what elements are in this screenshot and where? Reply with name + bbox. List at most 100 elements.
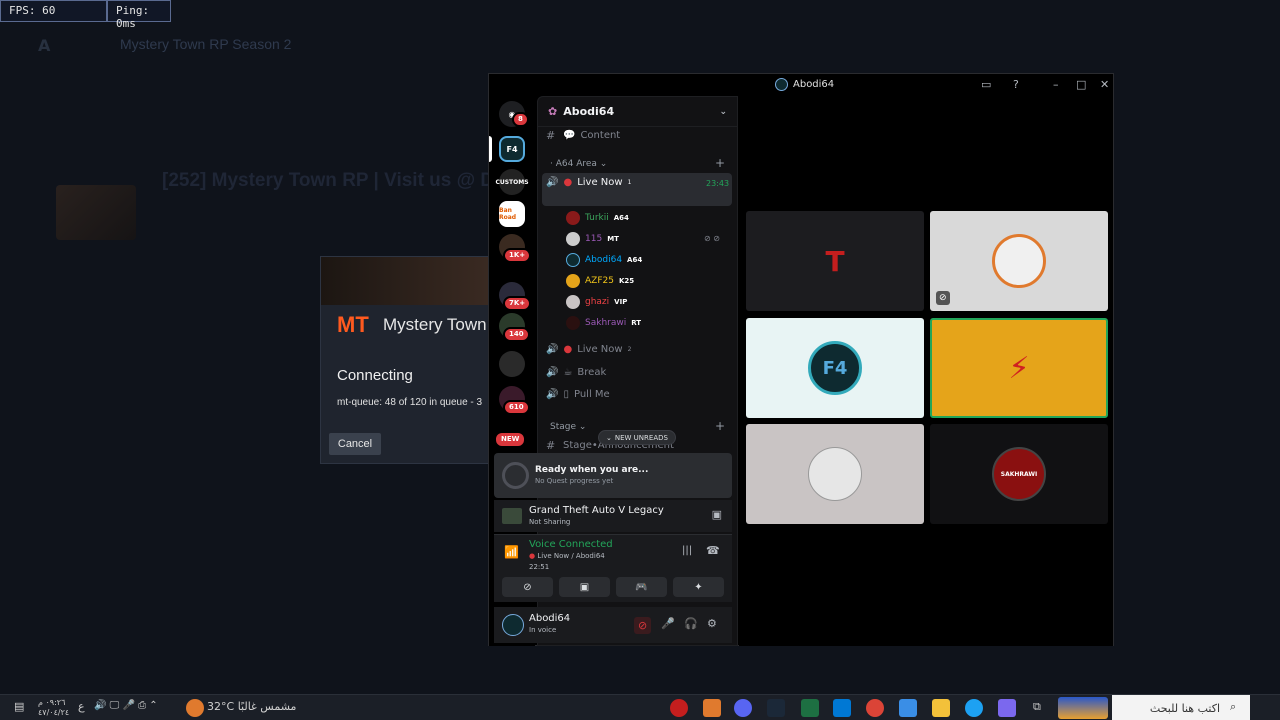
window-title-text: Abodi64 [793, 79, 835, 90]
add-channel-icon[interactable]: + [715, 419, 725, 433]
user-name: Sakhrawi [585, 318, 627, 328]
taskbar: ▤ ٠٩:٢٦ م ٤٧/٠٤/٢٤ ع 🔊 🖵 🎤 ⎙ ⌃ 32°C مشمس … [0, 694, 1280, 720]
copilot-icon[interactable] [998, 699, 1016, 717]
camera-off-button[interactable]: ⊘ [502, 577, 553, 597]
app-icon-launcher[interactable] [703, 699, 721, 717]
voice-user-azf25[interactable]: AZF25 K25 [566, 274, 634, 288]
voice-user-115[interactable]: 115 MT [566, 232, 619, 246]
discord-home-icon[interactable]: ◉ 8 [499, 101, 529, 127]
channel-live-now-1[interactable]: 🔊 ● Live Now 1 [546, 177, 631, 188]
voice-time: 22:51 [529, 563, 550, 571]
disconnect-icon[interactable]: ☎ [706, 544, 720, 557]
weather-icon[interactable] [186, 699, 204, 717]
channel-content[interactable]: # 💬 Content [546, 129, 620, 142]
server-folder-2-icon[interactable]: 7K+ [499, 282, 532, 311]
avatar [566, 232, 580, 246]
close-icon[interactable]: ✕ [1100, 78, 1109, 91]
channel-break[interactable]: 🔊 ☕ Break [546, 367, 606, 378]
server-folder-1-icon[interactable]: 1K+ [499, 234, 532, 263]
badge-140: 140 [503, 327, 530, 342]
inbox-icon[interactable]: ▭ [981, 78, 991, 91]
settings-gear-icon[interactable]: ⚙ [707, 617, 717, 630]
task-view-icon[interactable]: ⧉ [1033, 700, 1041, 714]
participant-tile-ghazi[interactable] [746, 424, 924, 524]
headphones-icon[interactable]: 🎧 [684, 617, 698, 630]
activity-button[interactable]: 🎮 [616, 577, 667, 597]
discord-taskbar-icon[interactable] [734, 699, 752, 717]
channel-live-now-2[interactable]: 🔊 ● Live Now 2 [546, 344, 631, 355]
channel-sup: 2 [627, 346, 632, 353]
language-indicator[interactable]: ع [78, 700, 85, 713]
channel-label: Live Now [577, 177, 623, 188]
cancel-button[interactable]: Cancel [329, 433, 381, 455]
category-a64[interactable]: · A64 Area ⌄ [550, 159, 607, 169]
channel-pull-me[interactable]: 🔊 ▯ Pull Me [546, 389, 610, 400]
participant-tile-azf25[interactable]: ⚡ [930, 318, 1108, 418]
clock[interactable]: ٠٩:٢٦ م ٤٧/٠٤/٢٤ [38, 698, 69, 718]
widget-thumbnail[interactable] [1058, 697, 1108, 719]
screen-share-icon[interactable]: ▣ [712, 508, 722, 521]
server-header[interactable]: ✿ Abodi64 ⌄ [538, 97, 737, 127]
category-stage[interactable]: Stage ⌄ [550, 422, 586, 432]
voice-user-ghazi[interactable]: ghazi VIP [566, 295, 627, 309]
new-unreads-button[interactable]: ⌄ NEW UNREADS [598, 430, 676, 445]
server-folder-5-icon[interactable]: 610 [499, 386, 530, 415]
minimize-icon[interactable]: – [1053, 78, 1059, 91]
noise-suppression-icon[interactable]: ||| [682, 545, 692, 556]
participant-tile-115[interactable]: ⊘ [930, 211, 1108, 311]
server-folder-3-icon[interactable]: 140 [499, 313, 530, 342]
participant-tile-abodi64[interactable]: F4 [746, 318, 924, 418]
discord-window: Abodi64 ▭ ? – □ ✕ ◉ 8 F4 CUSTOMS Ban Roa… [488, 73, 1114, 646]
voice-user-abodi64[interactable]: Abodi64 A64 [566, 253, 642, 267]
voice-user-sakhrawi[interactable]: Sakhrawi RT [566, 316, 641, 330]
outlook-icon[interactable] [833, 699, 851, 717]
weather-text[interactable]: 32°C مشمس غالبًا [207, 700, 296, 713]
chrome-icon[interactable] [866, 699, 884, 717]
new-server-badge[interactable]: NEW [494, 431, 527, 448]
camera-off-icon[interactable]: ⊘ [634, 617, 652, 634]
voice-channel[interactable]: ● Live Now / Abodi64 [529, 552, 605, 560]
participant-avatar: SAKHRAWI [992, 447, 1046, 501]
participant-avatar: ⚡ [1008, 350, 1030, 386]
system-tray-icons[interactable]: 🔊 🖵 🎤 ⎙ ⌃ [94, 700, 158, 711]
search-icon[interactable]: ⌕ [1230, 700, 1236, 714]
notification-icon[interactable]: ▤ [14, 700, 24, 713]
soundboard-button[interactable]: ✦ [673, 577, 724, 597]
quest-panel[interactable]: Ready when you are... No Quest progress … [494, 453, 732, 498]
store-icon[interactable] [899, 699, 917, 717]
edge-icon[interactable] [965, 699, 983, 717]
excel-icon[interactable] [801, 699, 819, 717]
user-tag: MT [607, 235, 619, 243]
channel-sup: 1 [627, 179, 632, 186]
voice-status: Voice Connected [529, 539, 613, 550]
avatar [566, 253, 580, 267]
steam-icon[interactable] [767, 699, 785, 717]
home-badge: 8 [512, 112, 529, 127]
share-screen-button[interactable]: ▣ [559, 577, 610, 597]
server-flower-icon: ✿ [548, 105, 558, 118]
server-banroad-icon[interactable]: Ban Road [499, 201, 525, 227]
participant-tile-sakhrawi[interactable]: SAKHRAWI [930, 424, 1108, 524]
file-explorer-icon[interactable] [932, 699, 950, 717]
participant-avatar [808, 447, 862, 501]
server-folder-4-icon[interactable] [499, 351, 525, 377]
title-bar: Abodi64 ▭ ? – □ ✕ [489, 74, 1113, 96]
user-name: Abodi64 [585, 255, 623, 265]
fps-counter: FPS: 60 [0, 0, 107, 22]
text-channel-icon: # [546, 439, 556, 452]
server-abodi64-icon[interactable]: F4 [499, 136, 525, 162]
signal-icon[interactable]: 📶 [504, 545, 519, 559]
participant-tile-turkii[interactable]: T [746, 211, 924, 311]
help-icon[interactable]: ? [1013, 78, 1019, 91]
add-channel-icon[interactable]: + [715, 156, 725, 170]
voice-connection-panel: 📶 Voice Connected ● Live Now / Abodi64 2… [494, 534, 732, 602]
search-placeholder: اكتب هنا للبحث [1149, 701, 1220, 715]
voice-user-turkii[interactable]: Turkii A64 [566, 211, 629, 225]
server-customs-icon[interactable]: CUSTOMS [495, 169, 529, 195]
maximize-icon[interactable]: □ [1076, 78, 1086, 91]
microphone-icon[interactable]: 🎤 [661, 617, 675, 630]
app-icon-1[interactable] [670, 699, 688, 717]
speech-icon: 💬 [563, 130, 576, 141]
user-avatar[interactable] [502, 614, 524, 636]
window-title: Abodi64 [775, 78, 834, 91]
